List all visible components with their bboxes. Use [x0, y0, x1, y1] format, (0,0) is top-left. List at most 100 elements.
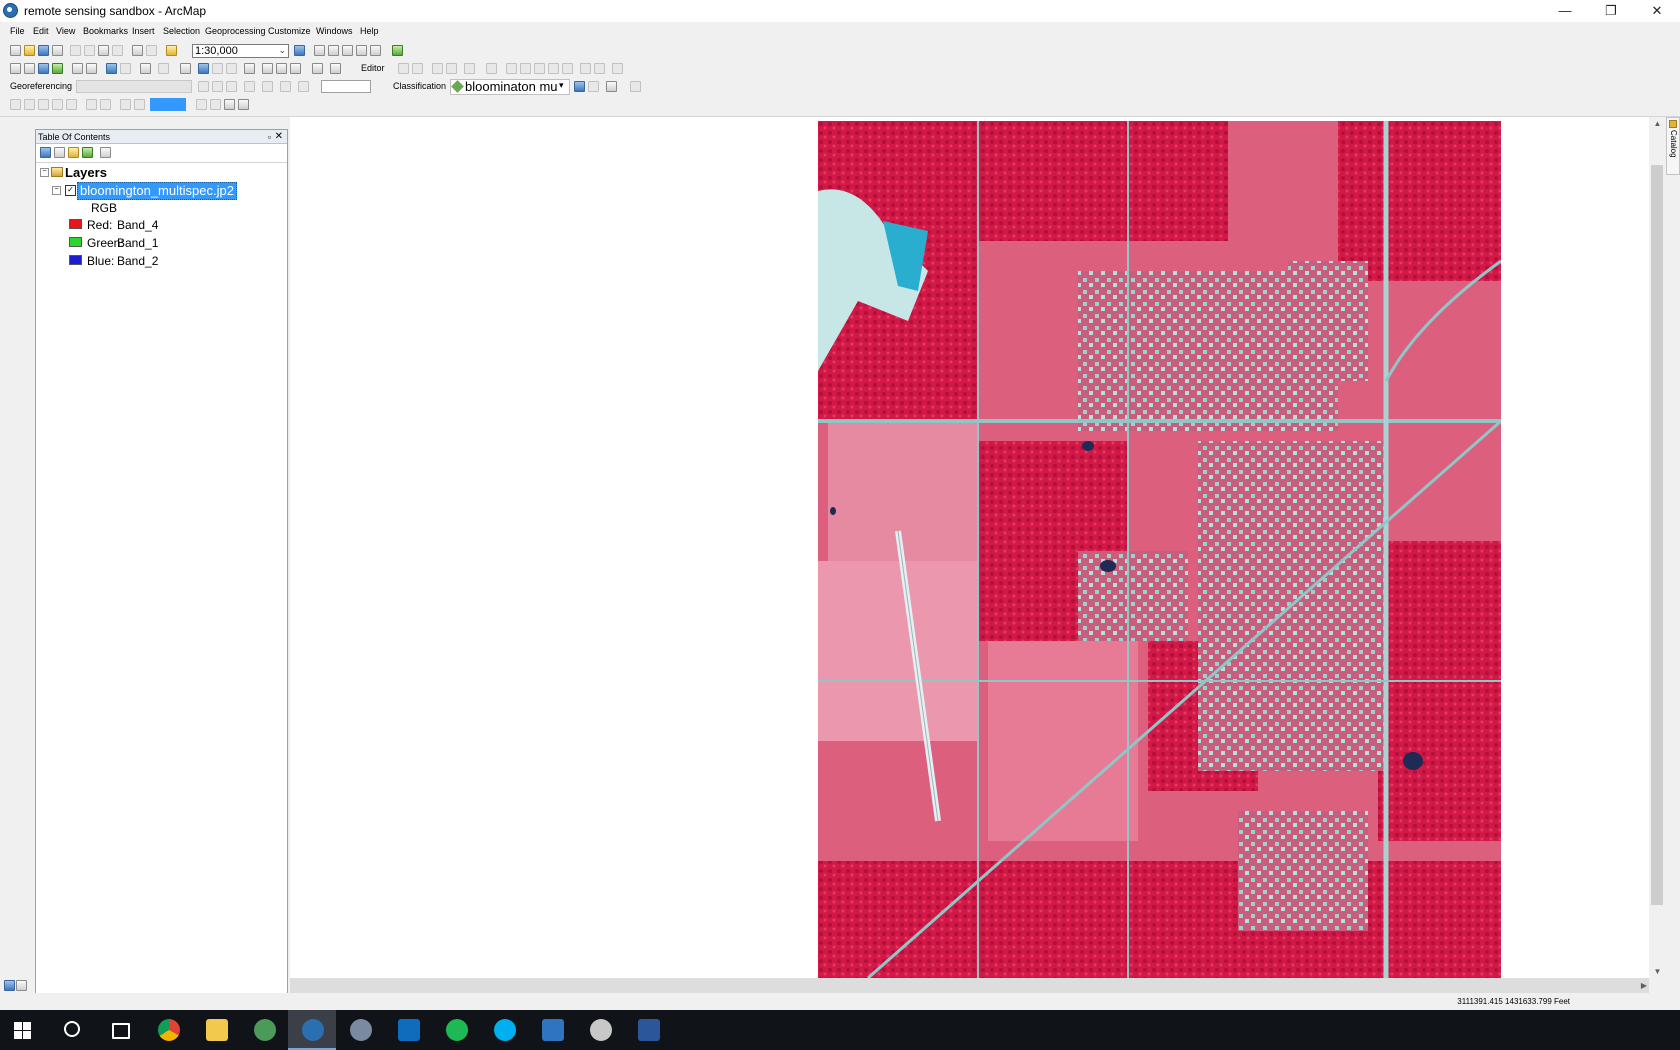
restore-button[interactable]: ❐: [1588, 0, 1634, 22]
layout-tool-1-icon[interactable]: [10, 99, 21, 110]
save-icon[interactable]: [38, 45, 49, 56]
layout-tool-8-icon[interactable]: [120, 99, 131, 110]
create-signature-icon[interactable]: [588, 81, 599, 92]
layout-tool-3-icon[interactable]: [38, 99, 49, 110]
search-button[interactable]: [48, 1010, 96, 1050]
dropdown-arrow-icon[interactable]: ▾: [559, 80, 564, 91]
taskbar-arcgis-earth[interactable]: [240, 1010, 288, 1050]
taskbar-r[interactable]: [336, 1010, 384, 1050]
editor-menu[interactable]: Editor: [361, 63, 385, 73]
reshape-icon[interactable]: [520, 63, 531, 74]
layout-tool-2-icon[interactable]: [24, 99, 35, 110]
edit-annotation-icon[interactable]: [412, 63, 423, 74]
taskbar-outlook[interactable]: [384, 1010, 432, 1050]
pan-icon[interactable]: [38, 63, 49, 74]
forward-extent-icon[interactable]: [120, 63, 131, 74]
straight-segment-icon[interactable]: [432, 63, 443, 74]
end-point-arc-icon[interactable]: [446, 63, 457, 74]
split-icon[interactable]: [548, 63, 559, 74]
view-data-frame-icon[interactable]: [280, 81, 291, 92]
edit-vertices-icon[interactable]: [506, 63, 517, 74]
taskbar-word[interactable]: [624, 1010, 672, 1050]
menu-insert[interactable]: Insert: [132, 26, 155, 36]
new-document-icon[interactable]: [10, 45, 21, 56]
menu-file[interactable]: File: [10, 26, 25, 36]
shift-raster-icon[interactable]: [212, 81, 223, 92]
taskbar-spotify[interactable]: [432, 1010, 480, 1050]
close-icon[interactable]: ✕: [275, 130, 283, 144]
python-window-icon[interactable]: [370, 45, 381, 56]
rotate-raster-icon[interactable]: [198, 81, 209, 92]
create-features-icon[interactable]: [612, 63, 623, 74]
menu-help[interactable]: Help: [360, 26, 379, 36]
find-route-icon[interactable]: [276, 63, 287, 74]
print-icon[interactable]: [52, 45, 63, 56]
collapse-layer-icon[interactable]: −: [52, 186, 61, 195]
layout-tool-12-icon[interactable]: [224, 99, 235, 110]
false-color-satellite-image[interactable]: [818, 121, 1501, 978]
cut-icon[interactable]: [70, 45, 81, 56]
list-by-visibility-icon[interactable]: [68, 147, 79, 158]
task-view-button[interactable]: [96, 1010, 144, 1050]
map-scale-combo[interactable]: 1:30,000 ⌄: [192, 44, 289, 58]
taskbar-arcmap[interactable]: [288, 1010, 336, 1050]
fixed-zoom-out-icon[interactable]: [86, 63, 97, 74]
layout-tool-7-icon[interactable]: [100, 99, 111, 110]
georef-value-input[interactable]: [321, 80, 371, 93]
layout-tool-11-icon[interactable]: [210, 99, 221, 110]
sketch-properties-icon[interactable]: [594, 63, 605, 74]
menu-bookmarks[interactable]: Bookmarks: [83, 26, 128, 36]
map-display[interactable]: [290, 117, 1649, 978]
menu-edit[interactable]: Edit: [33, 26, 49, 36]
menu-windows[interactable]: Windows: [316, 26, 353, 36]
full-extent-icon[interactable]: [52, 63, 63, 74]
menu-customize[interactable]: Customize: [268, 26, 311, 36]
add-data-icon[interactable]: [166, 45, 177, 56]
zoom-in-icon[interactable]: [10, 63, 21, 74]
attributes-icon[interactable]: [580, 63, 591, 74]
html-popup-icon[interactable]: [226, 63, 237, 74]
taskbar-file-explorer[interactable]: [192, 1010, 240, 1050]
catalog-side-tab[interactable]: Catalog: [1666, 117, 1680, 175]
layout-tool-10-icon[interactable]: [196, 99, 207, 110]
toc-window-icon[interactable]: [314, 45, 325, 56]
minimize-button[interactable]: —: [1542, 0, 1588, 22]
clear-selection-icon[interactable]: [158, 63, 169, 74]
arcmap-app-icon[interactable]: [3, 3, 18, 18]
rotate-icon[interactable]: [562, 63, 573, 74]
identify-icon[interactable]: [198, 63, 209, 74]
data-view-icon[interactable]: [4, 980, 15, 991]
taskbar-matlab[interactable]: [528, 1010, 576, 1050]
collapse-layers-icon[interactable]: −: [40, 168, 49, 177]
vertical-scroll-thumb[interactable]: [1651, 165, 1663, 905]
layer-visibility-checkbox[interactable]: ✓: [65, 185, 76, 196]
open-icon[interactable]: [24, 45, 35, 56]
select-features-icon[interactable]: [140, 63, 151, 74]
redo-icon[interactable]: [146, 45, 157, 56]
zoom-out-icon[interactable]: [24, 63, 35, 74]
paste-icon[interactable]: [98, 45, 109, 56]
layout-view-icon[interactable]: [16, 980, 27, 991]
measure-icon[interactable]: [244, 63, 255, 74]
taskbar-chrome[interactable]: [144, 1010, 192, 1050]
scroll-up-icon[interactable]: ▲: [1649, 119, 1666, 128]
classify-icon[interactable]: [630, 81, 641, 92]
draw-polygon-icon[interactable]: [606, 81, 617, 92]
model-builder-icon[interactable]: [392, 45, 403, 56]
close-button[interactable]: ✕: [1634, 0, 1680, 22]
point-icon[interactable]: [486, 63, 497, 74]
view-link-table-icon[interactable]: [244, 81, 255, 92]
search-window-icon[interactable]: [342, 45, 353, 56]
georeferencing-menu[interactable]: Georeferencing: [10, 81, 72, 91]
layout-tool-5-icon[interactable]: [66, 99, 77, 110]
delete-icon[interactable]: [112, 45, 123, 56]
scroll-down-icon[interactable]: ▼: [1649, 967, 1666, 976]
scroll-right-icon[interactable]: ▶: [1641, 978, 1647, 993]
edit-tool-icon[interactable]: [398, 63, 409, 74]
auto-adjust-icon[interactable]: [262, 81, 273, 92]
layout-tool-4-icon[interactable]: [52, 99, 63, 110]
select-elements-icon[interactable]: [180, 63, 191, 74]
layers-root-label[interactable]: Layers: [65, 165, 107, 180]
taskbar-snipping-tool[interactable]: [576, 1010, 624, 1050]
undo-icon[interactable]: [132, 45, 143, 56]
